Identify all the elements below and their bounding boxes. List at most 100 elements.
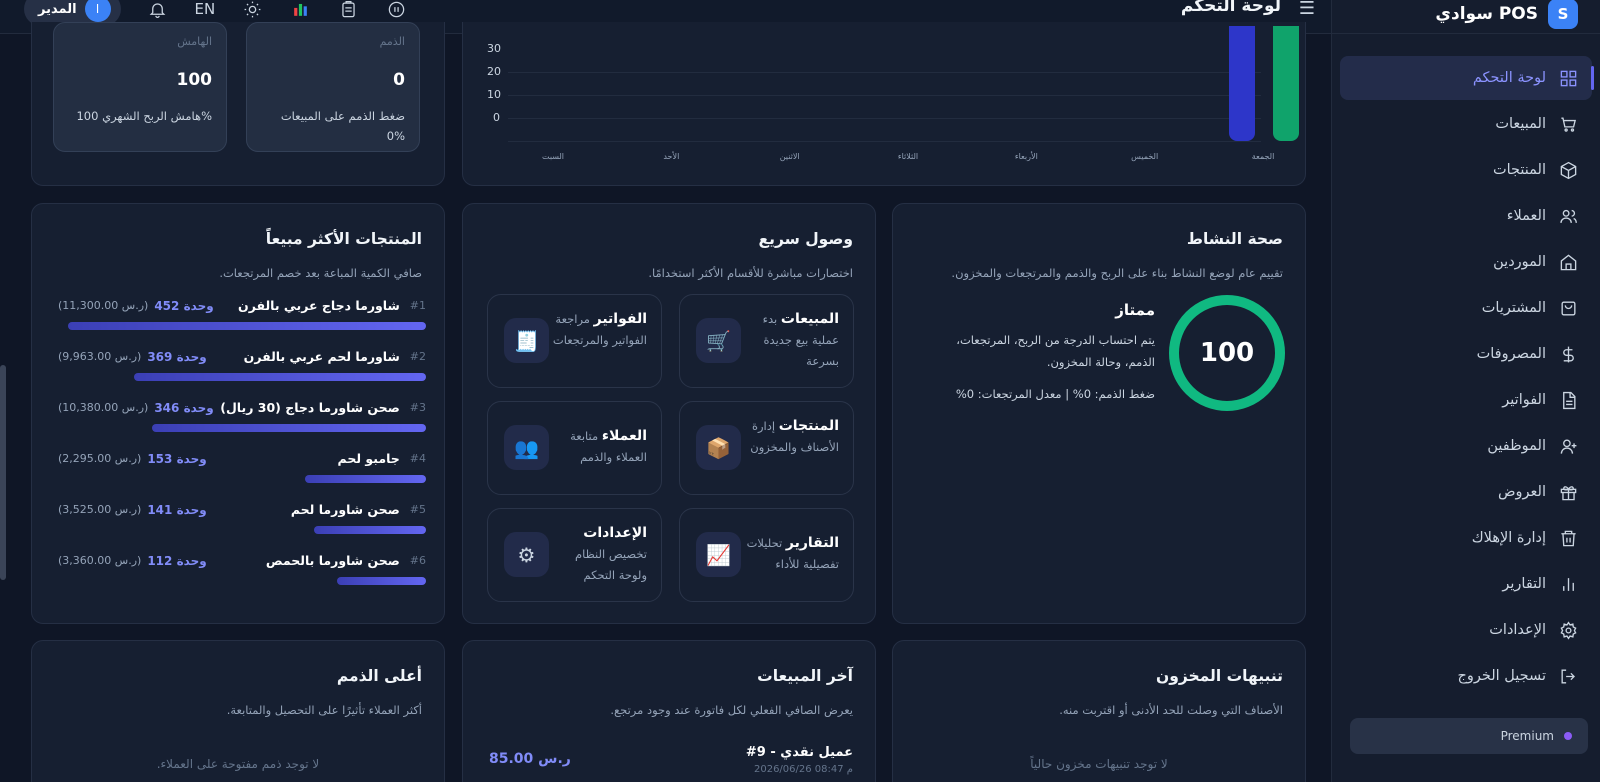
quick-link-settings[interactable]: ⚙ الإعدادات تخصيص النظام ولوحة التحكم [487, 508, 662, 602]
sidebar-item-purchases[interactable]: المشتريات [1340, 286, 1592, 330]
quick-link-sales[interactable]: 🛒 المبيعات بدء عملية بيع جديدة بسرعة [679, 294, 854, 388]
quick-link-invoices[interactable]: 🧾 الفواتير مراجعة الفواتير والمرتجعات [487, 294, 662, 388]
user-plus-icon [1558, 436, 1578, 456]
sidebar-item-suppliers[interactable]: الموردين [1340, 240, 1592, 284]
quick-link-text: الإعدادات تخصيص النظام ولوحة التحكم [547, 523, 647, 586]
item-rank: #6 [409, 554, 426, 567]
users-icon [1558, 206, 1578, 226]
card-subtitle: اختصارات مباشرة للأقسام الأكثر استخدامًا… [648, 266, 853, 280]
premium-label: Premium [1500, 729, 1554, 743]
item-rank: #3 [409, 401, 426, 414]
list-item[interactable]: (11,300.00 ر.س) 452 وحدة #1 شاورما دجاج عر… [58, 298, 426, 330]
item-amount: (9,963.00 ر.س) [58, 350, 142, 363]
gear-icon: ⚙ [504, 532, 549, 577]
y-tick-label: 30 [487, 42, 501, 55]
quick-link-products[interactable]: 📦 المنتجات إدارة الأصناف والمخزون [679, 401, 854, 495]
item-amount: (11,300.00 ر.س) [58, 299, 149, 312]
sidebar-nav: لوحة التحكم المبيعات المنتجات العملاء ال… [1332, 34, 1600, 698]
sidebar-item-dashboard[interactable]: لوحة التحكم [1340, 56, 1594, 100]
sidebar-item-settings[interactable]: الإعدادات [1340, 608, 1592, 652]
item-amount: (10,380.00 ر.س) [58, 401, 149, 414]
quick-link-text: الفواتير مراجعة الفواتير والمرتجعات [547, 309, 647, 351]
user-name: المدير [38, 1, 77, 17]
sales-chart-card: 30 20 10 0 السبت الأحد الاثنين الثلاثاء الأر… [462, 22, 1306, 186]
stat-value: 100 [176, 70, 213, 90]
sidebar-item-employees[interactable]: الموظفين [1340, 424, 1592, 468]
sidebar-item-label: التقارير [1502, 576, 1546, 592]
sidebar-item-label: لوحة التحكم [1472, 70, 1546, 86]
table-row[interactable]: 85.00 ر.س #9 - عميل نقدي 2026/06/26 08:4… [489, 745, 853, 775]
bar-chart-icon [1558, 574, 1578, 594]
sidebar-item-depreciation[interactable]: إدارة الإهلاك [1340, 516, 1592, 560]
brand-name: سوادي POS [1435, 3, 1538, 24]
menu-icon[interactable]: ☰ [1299, 0, 1315, 19]
trend-chart-icon: 📈 [696, 532, 741, 577]
health-card: صحة النشاط تقييم عام لوضع النشاط بناء عل… [892, 203, 1306, 624]
item-name: شاورما لحم عربي بالفرن [243, 349, 400, 364]
card-title: تنبيهات المخزون [1155, 667, 1283, 685]
sidebar-item-label: المنتجات [1492, 162, 1546, 178]
item-amount: (3,525.00 ر.س) [58, 503, 142, 516]
card-title: آخر المبيعات [757, 667, 853, 685]
sidebar-item-sales[interactable]: المبيعات [1340, 102, 1592, 146]
card-title: المنتجات الأكثر مبيعاً [265, 230, 422, 248]
quick-link-title: الفواتير [593, 311, 647, 327]
sun-icon[interactable] [241, 0, 263, 20]
x-tick-label: الاثنين [779, 152, 800, 161]
clipboard-icon[interactable] [337, 0, 359, 20]
item-units: 452 وحدة [154, 298, 214, 313]
stat-label: الهامش [177, 35, 212, 48]
sidebar-item-offers[interactable]: العروض [1340, 470, 1592, 514]
list-item[interactable]: (2,295.00 ر.س) 153 وحدة #4 جامبو لحم [58, 451, 426, 483]
quick-link-reports[interactable]: 📈 التقارير تحليلات تفصيلية للأداء [679, 508, 854, 602]
sidebar-item-reports[interactable]: التقارير [1340, 562, 1592, 606]
quick-link-text: المنتجات إدارة الأصناف والمخزون [739, 416, 839, 458]
item-name: جامبو لحم [337, 451, 400, 466]
quick-link-text: التقارير تحليلات تفصيلية للأداء [739, 533, 839, 575]
health-stats-line: ضغط الذمم: 0% | معدل المرتجعات: 0% [955, 387, 1155, 401]
sidebar-item-label: المشتريات [1481, 300, 1546, 316]
box-icon [1558, 160, 1578, 180]
list-item[interactable]: (3,525.00 ر.س) 141 وحدة #5 صحن شاورما لحم [58, 502, 426, 534]
item-units: 369 وحدة [147, 349, 207, 364]
item-units: 153 وحدة [147, 451, 207, 466]
stat-desc: هامش الربح الشهري 100% [76, 109, 212, 123]
stock-alerts-card: تنبيهات المخزون الأصناف التي وصلت للحد ا… [892, 640, 1306, 782]
sidebar-item-label: الموردين [1493, 254, 1546, 270]
item-name: صحن شاورما بالحمص [265, 553, 400, 568]
receivables-stat: الذمم 0 ضغط الذمم على المبيعات 0% [246, 22, 420, 152]
page-scrollbar[interactable] [0, 365, 6, 580]
sidebar-item-invoices[interactable]: الفواتير [1340, 378, 1592, 422]
item-units: 346 وحدة [154, 400, 214, 415]
sidebar-item-expenses[interactable]: المصروفات [1340, 332, 1592, 376]
quick-link-customers[interactable]: 👥 العملاء متابعة العملاء والذمم [487, 401, 662, 495]
bell-icon[interactable] [147, 0, 169, 20]
pause-icon[interactable] [385, 0, 407, 20]
sidebar-item-logout[interactable]: تسجيل الخروج [1340, 654, 1592, 698]
logout-icon [1558, 666, 1578, 686]
card-subtitle: أكثر العملاء تأثيرًا على التحصيل والمتاب… [226, 703, 422, 717]
card-title: صحة النشاط [1186, 230, 1283, 248]
sidebar-item-customers[interactable]: العملاء [1340, 194, 1592, 238]
sidebar-item-products[interactable]: المنتجات [1340, 148, 1592, 192]
avatar: ا [84, 0, 111, 22]
card-title: وصول سريع [758, 230, 853, 248]
list-item[interactable]: (10,380.00 ر.س) 346 وحدة #3 صحن شاورما دجا… [58, 400, 426, 432]
receipt-icon: 🧾 [504, 318, 549, 363]
chart-bar[interactable] [1273, 26, 1299, 141]
sales-chart: 30 20 10 0 السبت الأحد الاثنين الثلاثاء الأر… [463, 22, 1299, 172]
sale-title: #9 - عميل نقدي [745, 745, 853, 760]
premium-badge[interactable]: Premium [1350, 718, 1588, 754]
card-subtitle: صافي الكمية المباعة بعد خصم المرتجعات. [219, 266, 422, 280]
quantity-bar [337, 577, 426, 585]
item-name: صحن شاورما لحم [290, 502, 400, 517]
language-toggle[interactable]: EN [195, 0, 216, 18]
trash-icon [1558, 528, 1578, 548]
list-item[interactable]: (9,963.00 ر.س) 369 وحدة #2 شاورما لحم عربي… [58, 349, 426, 381]
item-amount: (3,360.00 ر.س) [58, 554, 142, 567]
chart-bar[interactable] [1229, 26, 1255, 141]
list-item[interactable]: (3,360.00 ر.س) 112 وحدة #6 صحن شاورما بالح… [58, 553, 426, 585]
best-sellers-card: المنتجات الأكثر مبيعاً صافي الكمية المبا… [31, 203, 445, 624]
chart-icon[interactable] [289, 0, 311, 20]
stat-label: الذمم [379, 35, 405, 48]
